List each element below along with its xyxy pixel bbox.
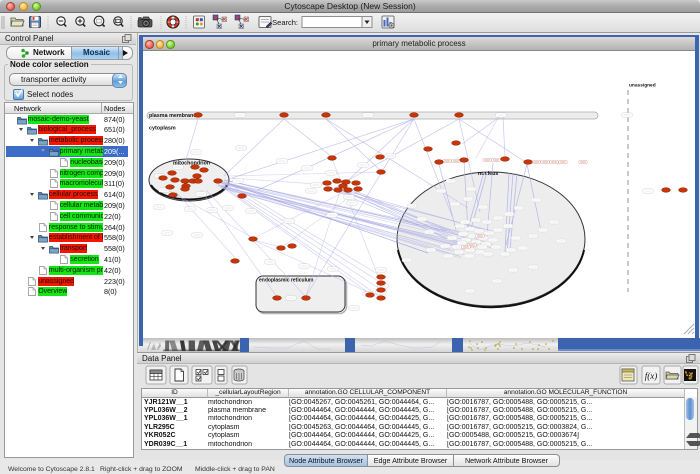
svg-text:f(x): f(x) <box>645 371 658 381</box>
svg-text:Search:: Search: <box>272 18 298 27</box>
svg-text:endoplasmic reticulum: endoplasmic reticulum <box>259 278 314 284</box>
svg-text:unassigned: unassigned <box>629 83 656 89</box>
svg-text:nucleus: nucleus <box>478 171 498 177</box>
svg-text:1:1: 1:1 <box>116 19 121 23</box>
svg-text:cytoplasm: cytoplasm <box>149 126 176 132</box>
svg-text:plasma membrane: plasma membrane <box>149 113 196 119</box>
